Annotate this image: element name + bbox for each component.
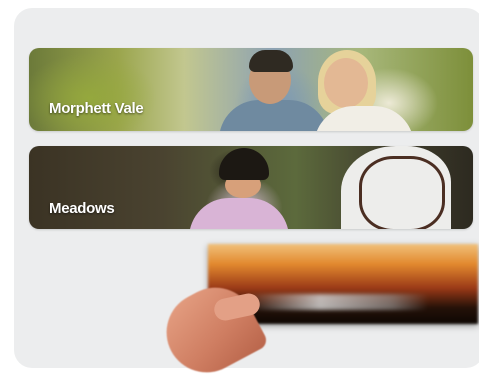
woman-head-image <box>324 58 368 108</box>
riding-helmet-image <box>219 148 269 180</box>
rider-body-image <box>189 198 289 229</box>
phone-screen-glare <box>248 294 428 310</box>
man-hair-image <box>249 50 293 72</box>
banner-label: Morphett Vale <box>49 100 144 117</box>
banner-meadows[interactable]: Meadows <box>29 146 473 229</box>
banner-morphett-vale[interactable]: Morphett Vale <box>29 48 473 131</box>
man-figure-image <box>219 100 329 131</box>
banner-label: Meadows <box>49 200 115 217</box>
bridle-image <box>359 156 445 229</box>
